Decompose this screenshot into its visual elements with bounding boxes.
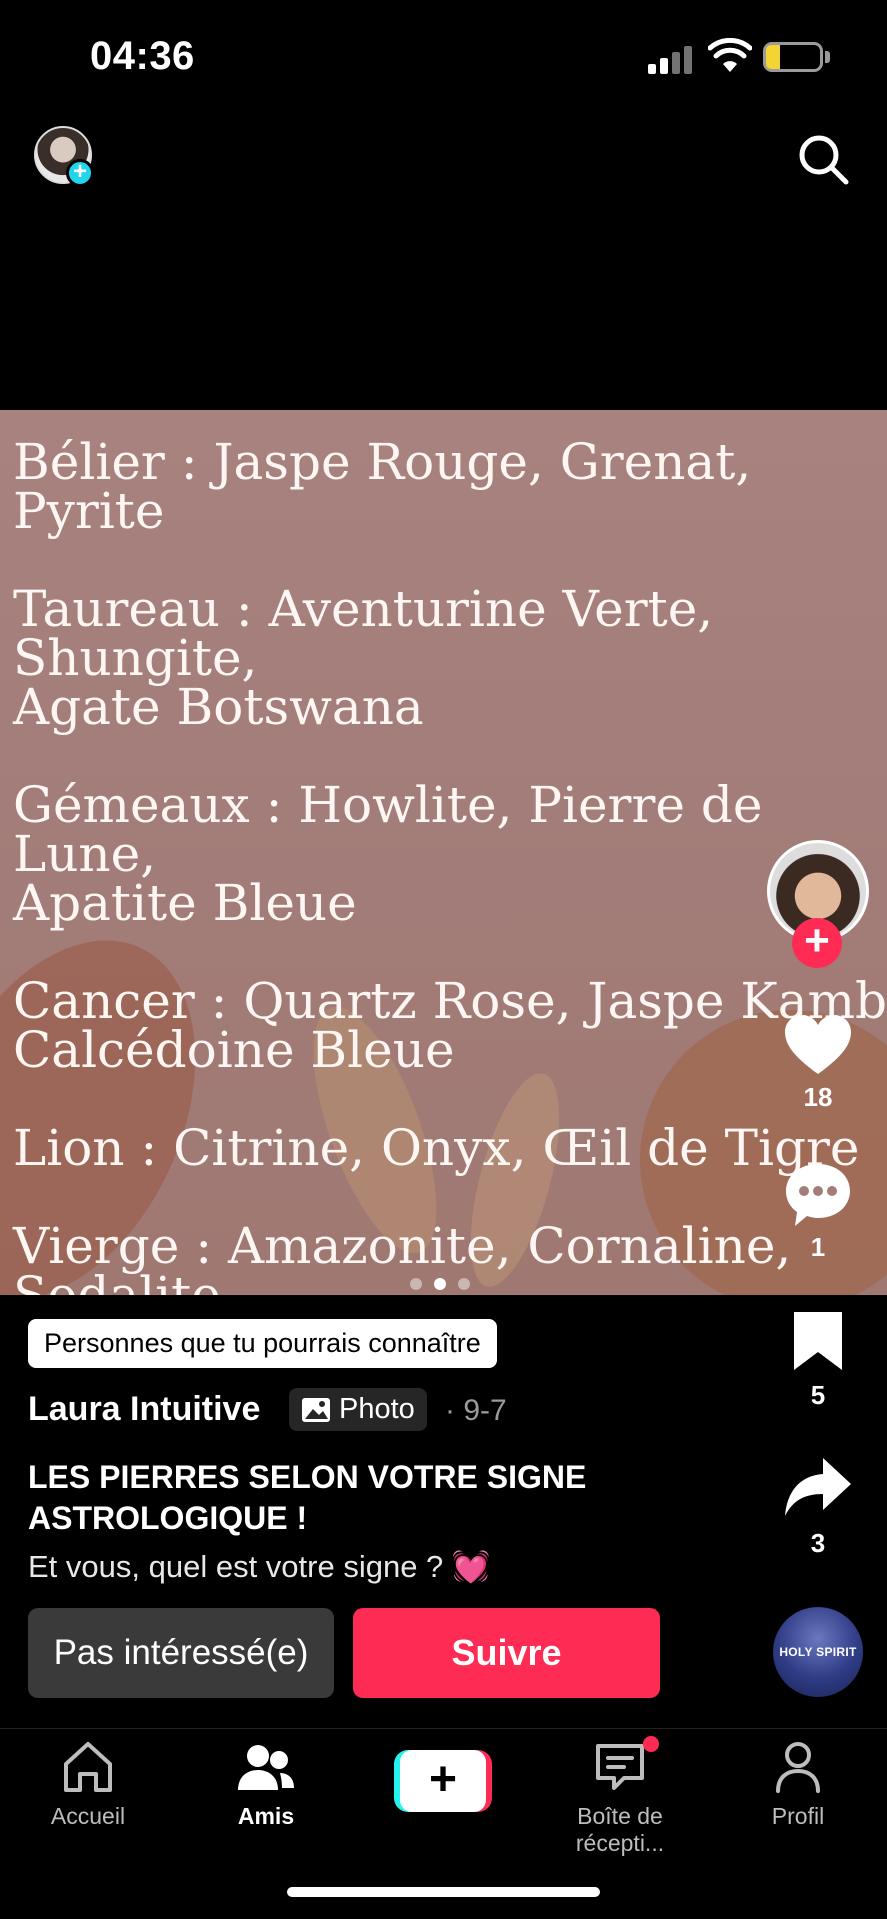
battery-icon: 9	[763, 42, 823, 72]
heart-icon[interactable]	[783, 1012, 853, 1078]
follow-plus-icon[interactable]: +	[792, 918, 842, 968]
create-button[interactable]: +	[394, 1750, 492, 1812]
nav-profile[interactable]: Profil	[713, 1740, 883, 1830]
profile-icon	[776, 1742, 820, 1793]
post-title: LES PIERRES SELON VOTRE SIGNE ASTROLOGIQ…	[28, 1459, 587, 1536]
carousel-dot	[410, 1278, 422, 1290]
carousel-dot	[458, 1278, 470, 1290]
stone-line: Bélier : Jaspe Rouge, Grenat, Pyrite	[13, 433, 752, 540]
suggestion-label: Personnes que tu pourrais connaître	[28, 1319, 497, 1368]
image-icon	[302, 1397, 330, 1422]
save-count: 5	[810, 1380, 826, 1410]
search-icon[interactable]	[796, 132, 850, 186]
friends-icon	[238, 1745, 294, 1790]
stone-line: Taureau : Aventurine Verte, Shungite, Ag…	[13, 580, 714, 736]
nav-profile-label: Profil	[771, 1803, 825, 1829]
like-count: 18	[803, 1082, 833, 1112]
nav-friends-label: Amis	[237, 1803, 295, 1829]
comment-count: 1	[810, 1232, 826, 1262]
comment-icon[interactable]	[783, 1160, 853, 1230]
plus-icon: +	[400, 1750, 486, 1812]
carousel-dot-active	[434, 1278, 446, 1290]
battery-nub	[825, 51, 830, 63]
nav-inbox-label: Boîte de récepti...	[575, 1803, 665, 1856]
nav-home-label: Accueil	[50, 1803, 126, 1829]
home-indicator	[287, 1887, 600, 1897]
signal-icon	[648, 44, 692, 74]
bookmark-icon[interactable]	[783, 1310, 853, 1372]
status-time: 04:36	[90, 34, 195, 78]
music-disc-label: HOLY SPIRIT	[779, 1645, 857, 1659]
inbox-icon	[596, 1744, 644, 1790]
stone-line: Lion : Citrine, Onyx, Œil de Tigre	[13, 1119, 860, 1177]
creator-username[interactable]: Laura Intuitive	[28, 1390, 260, 1429]
follow-button[interactable]: Suivre	[353, 1608, 660, 1698]
music-disc[interactable]: HOLY SPIRIT	[773, 1607, 863, 1697]
nav-friends[interactable]: Amis	[181, 1740, 351, 1830]
share-icon[interactable]	[783, 1456, 853, 1520]
post-image[interactable]: Bélier : Jaspe Rouge, Grenat, Pyrite Tau…	[0, 410, 887, 1295]
carousel-dots	[410, 1277, 482, 1295]
stone-line: Gémeaux : Howlite, Pierre de Lune, Apati…	[13, 776, 763, 932]
share-count: 3	[810, 1528, 826, 1558]
photo-badge: Photo	[289, 1388, 427, 1431]
stone-line: Cancer : Quartz Rose, Jaspe Kamb Calcédo…	[13, 972, 887, 1079]
nav-inbox[interactable]: Boîte de récepti...	[535, 1740, 705, 1857]
nav-home[interactable]: Accueil	[3, 1740, 173, 1830]
post-date: · 9-7	[445, 1394, 507, 1427]
photo-badge-label: Photo	[339, 1393, 415, 1425]
post-caption: Et vous, quel est votre signe ? 💓	[28, 1549, 491, 1584]
add-story-icon[interactable]: +	[66, 159, 94, 187]
nav-divider	[0, 1728, 887, 1729]
stones-list: Bélier : Jaspe Rouge, Grenat, Pyrite Tau…	[13, 433, 887, 1295]
wifi-icon	[708, 38, 752, 72]
notification-dot	[643, 1736, 659, 1752]
home-icon	[64, 1742, 112, 1792]
not-interested-button[interactable]: Pas intéressé(e)	[28, 1608, 334, 1698]
battery-level: 9	[785, 42, 801, 72]
